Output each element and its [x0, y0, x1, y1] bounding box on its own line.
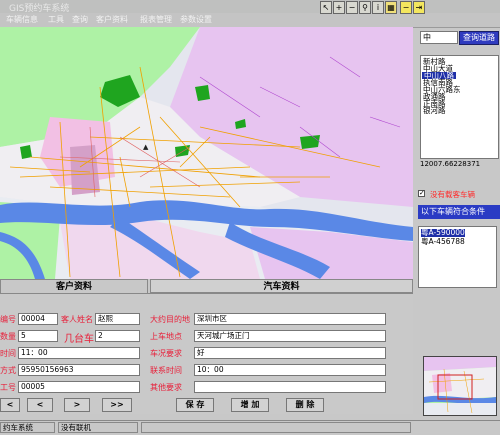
cars-label: 几台车	[64, 334, 94, 345]
tab-row: 客户资料 汽车资料	[0, 279, 413, 293]
contact-time-label: 联系时间	[150, 366, 182, 375]
contact-label: 方式	[0, 366, 16, 375]
menu-customer[interactable]: 客户资料	[96, 14, 128, 25]
name-field[interactable]: 赵熙	[95, 313, 140, 325]
contact-field[interactable]: 95950156963	[18, 364, 140, 376]
pickup-field[interactable]: 天河城广场正门	[194, 330, 386, 342]
menu-settings[interactable]: 参数设置	[180, 14, 212, 25]
condition-field[interactable]: 好	[194, 347, 386, 359]
vehicle-item[interactable]: 粤A-456788	[421, 238, 465, 246]
cars-field[interactable]: 2	[95, 330, 140, 342]
contact-time-field[interactable]: 10：00	[194, 364, 386, 376]
menu-tools[interactable]: 工具	[48, 14, 64, 25]
tab-customer-info[interactable]: 客户资料	[0, 279, 148, 293]
worker-id-field[interactable]: 00005	[18, 381, 140, 393]
vehicle-list[interactable]: 粤A-590000 粤A-456788	[418, 226, 497, 288]
street-item[interactable]: 银河路	[423, 107, 446, 115]
pickup-label: 上车地点	[150, 332, 182, 341]
svg-text:▲: ▲	[143, 143, 149, 151]
street-search-input[interactable]: 中	[420, 31, 458, 44]
info-icon[interactable]: i	[372, 1, 384, 14]
last-record-button[interactable]: >>	[102, 398, 132, 412]
other-label: 其他要求	[150, 383, 182, 392]
count-label: 数量	[0, 332, 16, 341]
id-field[interactable]: 00004	[18, 313, 58, 325]
no-passenger-checkbox[interactable]: ✓	[418, 190, 425, 197]
next-record-button[interactable]: >	[64, 398, 90, 412]
zoom-in-icon[interactable]: +	[333, 1, 345, 14]
map-toolbar: ↖ + − ⚲ i ▦ − ⇥	[320, 1, 446, 16]
menu-query[interactable]: 查询	[72, 14, 88, 25]
time-label: 时间	[0, 349, 16, 358]
exit-icon[interactable]: ⇥	[413, 1, 425, 14]
no-passenger-label: 没有载客车辆	[430, 190, 475, 199]
status-app: 约车系统	[0, 422, 55, 433]
destination-field[interactable]: 深圳市区	[194, 313, 386, 325]
worker-id-label: 工号	[0, 383, 16, 392]
save-button[interactable]: 保 存	[176, 398, 214, 412]
vehicle-item-selected[interactable]: 粤A-590000	[421, 229, 465, 237]
first-record-button[interactable]: <	[0, 398, 20, 412]
search-icon[interactable]: ⚲	[359, 1, 371, 14]
map-graphic: ▲	[0, 27, 413, 279]
add-button[interactable]: 增 加	[231, 398, 269, 412]
time-field[interactable]: 11：00	[18, 347, 140, 359]
count-field[interactable]: 5	[18, 330, 58, 342]
tab-vehicle-info[interactable]: 汽车资料	[150, 279, 413, 293]
street-search-button[interactable]: 查询道路	[459, 31, 499, 45]
matching-vehicles-header: 以下车辆符合条件	[418, 205, 500, 219]
pointer-icon[interactable]: ↖	[320, 1, 332, 14]
status-empty	[141, 422, 411, 433]
coordinate-readout: 12007.66228371	[420, 160, 481, 168]
minus-icon[interactable]: −	[400, 1, 412, 14]
delete-button[interactable]: 删 除	[286, 398, 324, 412]
street-list[interactable]: 新村路 中山大道 中山八路 执信南路 中山六路东 政通路 正南路 银河路	[420, 55, 499, 159]
minimap-graphic	[424, 357, 496, 415]
status-bar: 约车系统 没有联机	[0, 420, 500, 435]
status-connection: 没有联机	[58, 422, 138, 433]
condition-label: 车况要求	[150, 349, 182, 358]
menu-vehicle-info[interactable]: 车辆信息	[6, 14, 38, 25]
zoom-out-icon[interactable]: −	[346, 1, 358, 14]
customer-form: 编号 00004 客人姓名 赵熙 数量 5 几台车 2 时间 11：00 方式 …	[0, 293, 413, 414]
prev-record-button[interactable]: <	[27, 398, 53, 412]
menu-reports[interactable]: 报表管理	[140, 14, 172, 25]
id-label: 编号	[0, 315, 16, 324]
layers-icon[interactable]: ▦	[385, 1, 397, 14]
overview-minimap[interactable]	[423, 356, 497, 416]
name-label: 客人姓名	[61, 315, 93, 324]
city-map[interactable]: ▲	[0, 27, 413, 279]
destination-label: 大约目的地	[150, 315, 190, 324]
other-field[interactable]	[194, 381, 386, 393]
